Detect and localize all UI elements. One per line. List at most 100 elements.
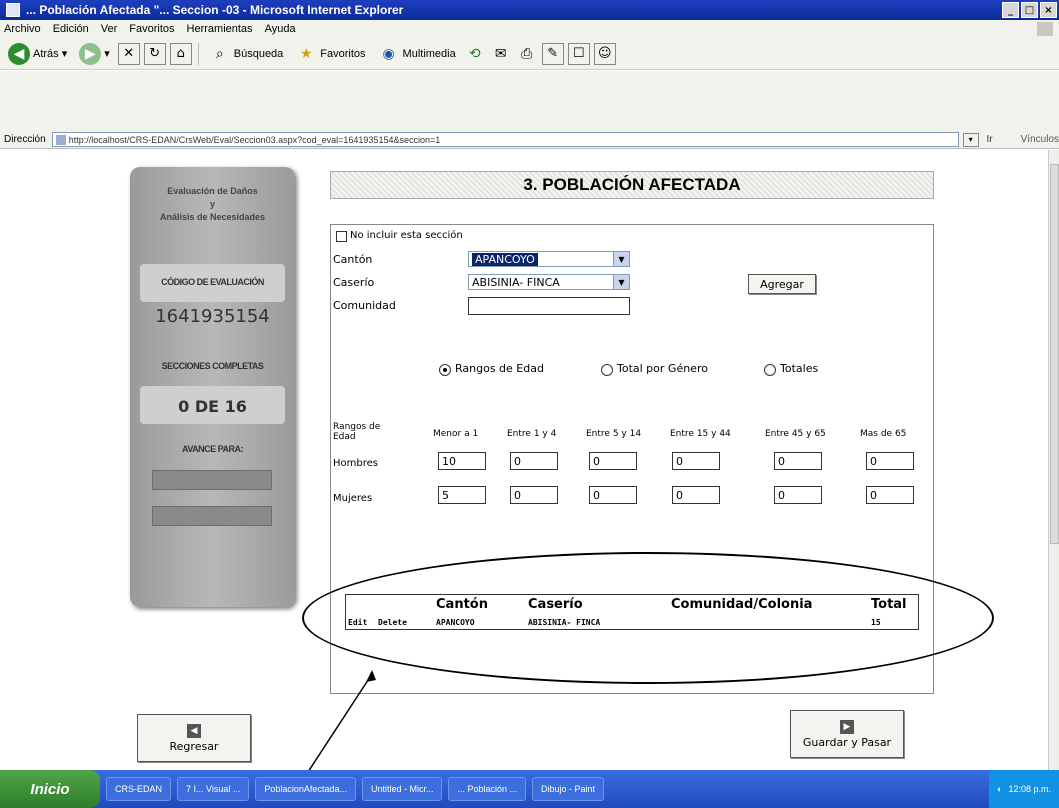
save-next-button[interactable]: ▶ Guardar y Pasar: [790, 710, 904, 758]
mujeres-1a4-input[interactable]: 0: [510, 486, 558, 504]
mujeres-45a65-input[interactable]: 0: [774, 486, 822, 504]
back-arrow-icon: ◀: [8, 42, 30, 65]
print-icon[interactable]: ⎙: [516, 43, 538, 65]
radio-rangos[interactable]: [439, 364, 451, 376]
address-dropdown-icon[interactable]: ▾: [962, 132, 979, 147]
taskbar-item[interactable]: 7 I... Visual ...: [177, 777, 250, 801]
exclude-checkbox[interactable]: [336, 231, 347, 242]
sidebar-title: Evaluación de Daños y Análisis de Necesi…: [130, 185, 295, 224]
favorites-button[interactable]: ★ Favoritos: [291, 41, 369, 67]
dropdown-arrow-icon: ▾: [104, 48, 110, 60]
window-controls: _ □ ×: [1002, 2, 1057, 18]
advance-button-2[interactable]: [152, 506, 272, 526]
ie-icon: [6, 3, 20, 17]
caserio-label: Caserío: [333, 276, 375, 289]
window-titlebar: ... Población Afectada "... Seccion -03 …: [0, 0, 1059, 20]
code-label: CÓDIGO DE EVALUACIÓN: [161, 277, 264, 287]
toolbar-separator: [197, 42, 199, 65]
scrollbar-thumb[interactable]: [1050, 164, 1059, 544]
edit-icon[interactable]: ✎: [541, 42, 564, 65]
sections-value: 0 DE 16: [178, 397, 247, 416]
radio-genero[interactable]: [601, 364, 613, 376]
minimize-button[interactable]: _: [1002, 2, 1019, 18]
hombres-menor1-input[interactable]: 10: [438, 452, 486, 470]
tray-icon[interactable]: ◐: [997, 784, 1002, 794]
home-icon[interactable]: ⌂: [169, 42, 192, 65]
menu-ayuda[interactable]: Ayuda: [265, 23, 296, 35]
menu-edicion[interactable]: Edición: [53, 23, 89, 35]
sidebar-title-line3: Análisis de Necesidades: [159, 212, 266, 222]
menu-herramientas[interactable]: Herramientas: [187, 23, 253, 35]
col-header-menor1: Menor a 1: [433, 429, 479, 439]
col-header-5a14: Entre 5 y 14: [586, 429, 642, 439]
history-icon[interactable]: ⟲: [464, 43, 486, 65]
search-label: Búsqueda: [233, 47, 284, 60]
hombres-1a4-input[interactable]: 0: [510, 452, 558, 470]
canton-value: APANCOYO: [472, 252, 538, 266]
sidebar-panel: Evaluación de Daños y Análisis de Necesi…: [130, 167, 295, 607]
col-header-mas65: Mas de 65: [860, 429, 907, 439]
chevron-down-icon: ▼: [613, 275, 629, 289]
stop-icon[interactable]: ✕: [117, 42, 140, 65]
col-header-1a4: Entre 1 y 4: [507, 429, 557, 439]
menu-archivo[interactable]: Archivo: [4, 23, 41, 35]
mujeres-mas65-input[interactable]: 0: [866, 486, 914, 504]
links-label[interactable]: Vínculos: [1021, 134, 1059, 145]
hombres-15a44-input[interactable]: 0: [672, 452, 720, 470]
messenger-icon[interactable]: ☺: [593, 42, 616, 65]
hombres-label: Hombres: [333, 458, 378, 469]
caserio-select[interactable]: ABISINIA- FINCA ▼: [468, 274, 630, 290]
back-nav-button[interactable]: ◀ Regresar: [137, 714, 251, 762]
menu-bar: Archivo Edición Ver Favoritos Herramient…: [0, 20, 1059, 38]
mujeres-menor1-input[interactable]: 5: [438, 486, 486, 504]
taskbar-item[interactable]: Untitled - Micr...: [361, 777, 443, 801]
menu-ver[interactable]: Ver: [101, 23, 118, 35]
address-input[interactable]: http://localhost/CRS-EDAN/CrsWeb/Eval/Se…: [51, 132, 959, 147]
toolbar: ◀ Atrás ▾ ▶ ▾ ✕ ↻ ⌂ ⌕ Búsqueda ★ Favorit…: [0, 38, 1059, 70]
exclude-label: No incluir esta sección: [350, 230, 463, 241]
mail-icon[interactable]: ✉: [490, 43, 512, 65]
canton-select[interactable]: APANCOYO ▼: [468, 251, 630, 267]
taskbar-item[interactable]: ... Población ...: [448, 777, 527, 801]
rangos-label-line1: Rangos de: [333, 422, 381, 432]
refresh-icon[interactable]: ↻: [143, 42, 166, 65]
mujeres-label: Mujeres: [333, 493, 373, 504]
hombres-5a14-input[interactable]: 0: [589, 452, 637, 470]
arrow-right-icon: ▶: [840, 719, 854, 734]
multimedia-button[interactable]: ◉ Multimedia: [374, 41, 460, 67]
hombres-45a65-input[interactable]: 0: [774, 452, 822, 470]
sidebar-title-line1: Evaluación de Daños: [167, 186, 258, 196]
chevron-down-icon: ▼: [613, 252, 629, 266]
discuss-icon[interactable]: ☐: [567, 42, 590, 65]
vertical-scrollbar[interactable]: [1048, 150, 1059, 770]
radio-totales[interactable]: [764, 364, 776, 376]
taskbar-item[interactable]: CRS-EDAN: [106, 777, 172, 801]
back-button[interactable]: ◀ Atrás ▾: [4, 41, 71, 67]
taskbar-item[interactable]: Dibujo - Paint: [532, 777, 605, 801]
address-label: Dirección: [4, 134, 46, 145]
mujeres-15a44-input[interactable]: 0: [672, 486, 720, 504]
multimedia-label: Multimedia: [402, 47, 456, 60]
taskbar-item[interactable]: PoblacionAfectada...: [255, 777, 356, 801]
mujeres-5a14-input[interactable]: 0: [589, 486, 637, 504]
forward-button[interactable]: ▶ ▾: [75, 41, 114, 67]
maximize-button[interactable]: □: [1021, 2, 1038, 18]
comunidad-input[interactable]: [468, 297, 630, 315]
windows-flag-icon: [1037, 22, 1053, 36]
search-button[interactable]: ⌕ Búsqueda: [205, 41, 288, 67]
rangos-label-line2: Edad: [333, 432, 356, 442]
go-button[interactable]: Ir: [987, 134, 993, 145]
forward-arrow-icon: ▶: [79, 42, 102, 65]
add-button[interactable]: Agregar: [748, 274, 816, 294]
canton-label: Cantón: [333, 253, 373, 266]
start-button[interactable]: Inicio: [0, 770, 100, 808]
advance-button-1[interactable]: [152, 470, 272, 490]
hombres-mas65-input[interactable]: 0: [866, 452, 914, 470]
annotation-arrow: [307, 670, 376, 773]
page-title: 3. POBLACIÓN AFECTADA: [523, 175, 741, 194]
taskbar: Inicio CRS-EDAN 7 I... Visual ... Poblac…: [0, 770, 1059, 808]
toolbar-band: [0, 71, 1059, 131]
comunidad-label: Comunidad: [333, 299, 396, 312]
menu-favoritos[interactable]: Favoritos: [129, 23, 174, 35]
close-button[interactable]: ×: [1040, 2, 1057, 18]
